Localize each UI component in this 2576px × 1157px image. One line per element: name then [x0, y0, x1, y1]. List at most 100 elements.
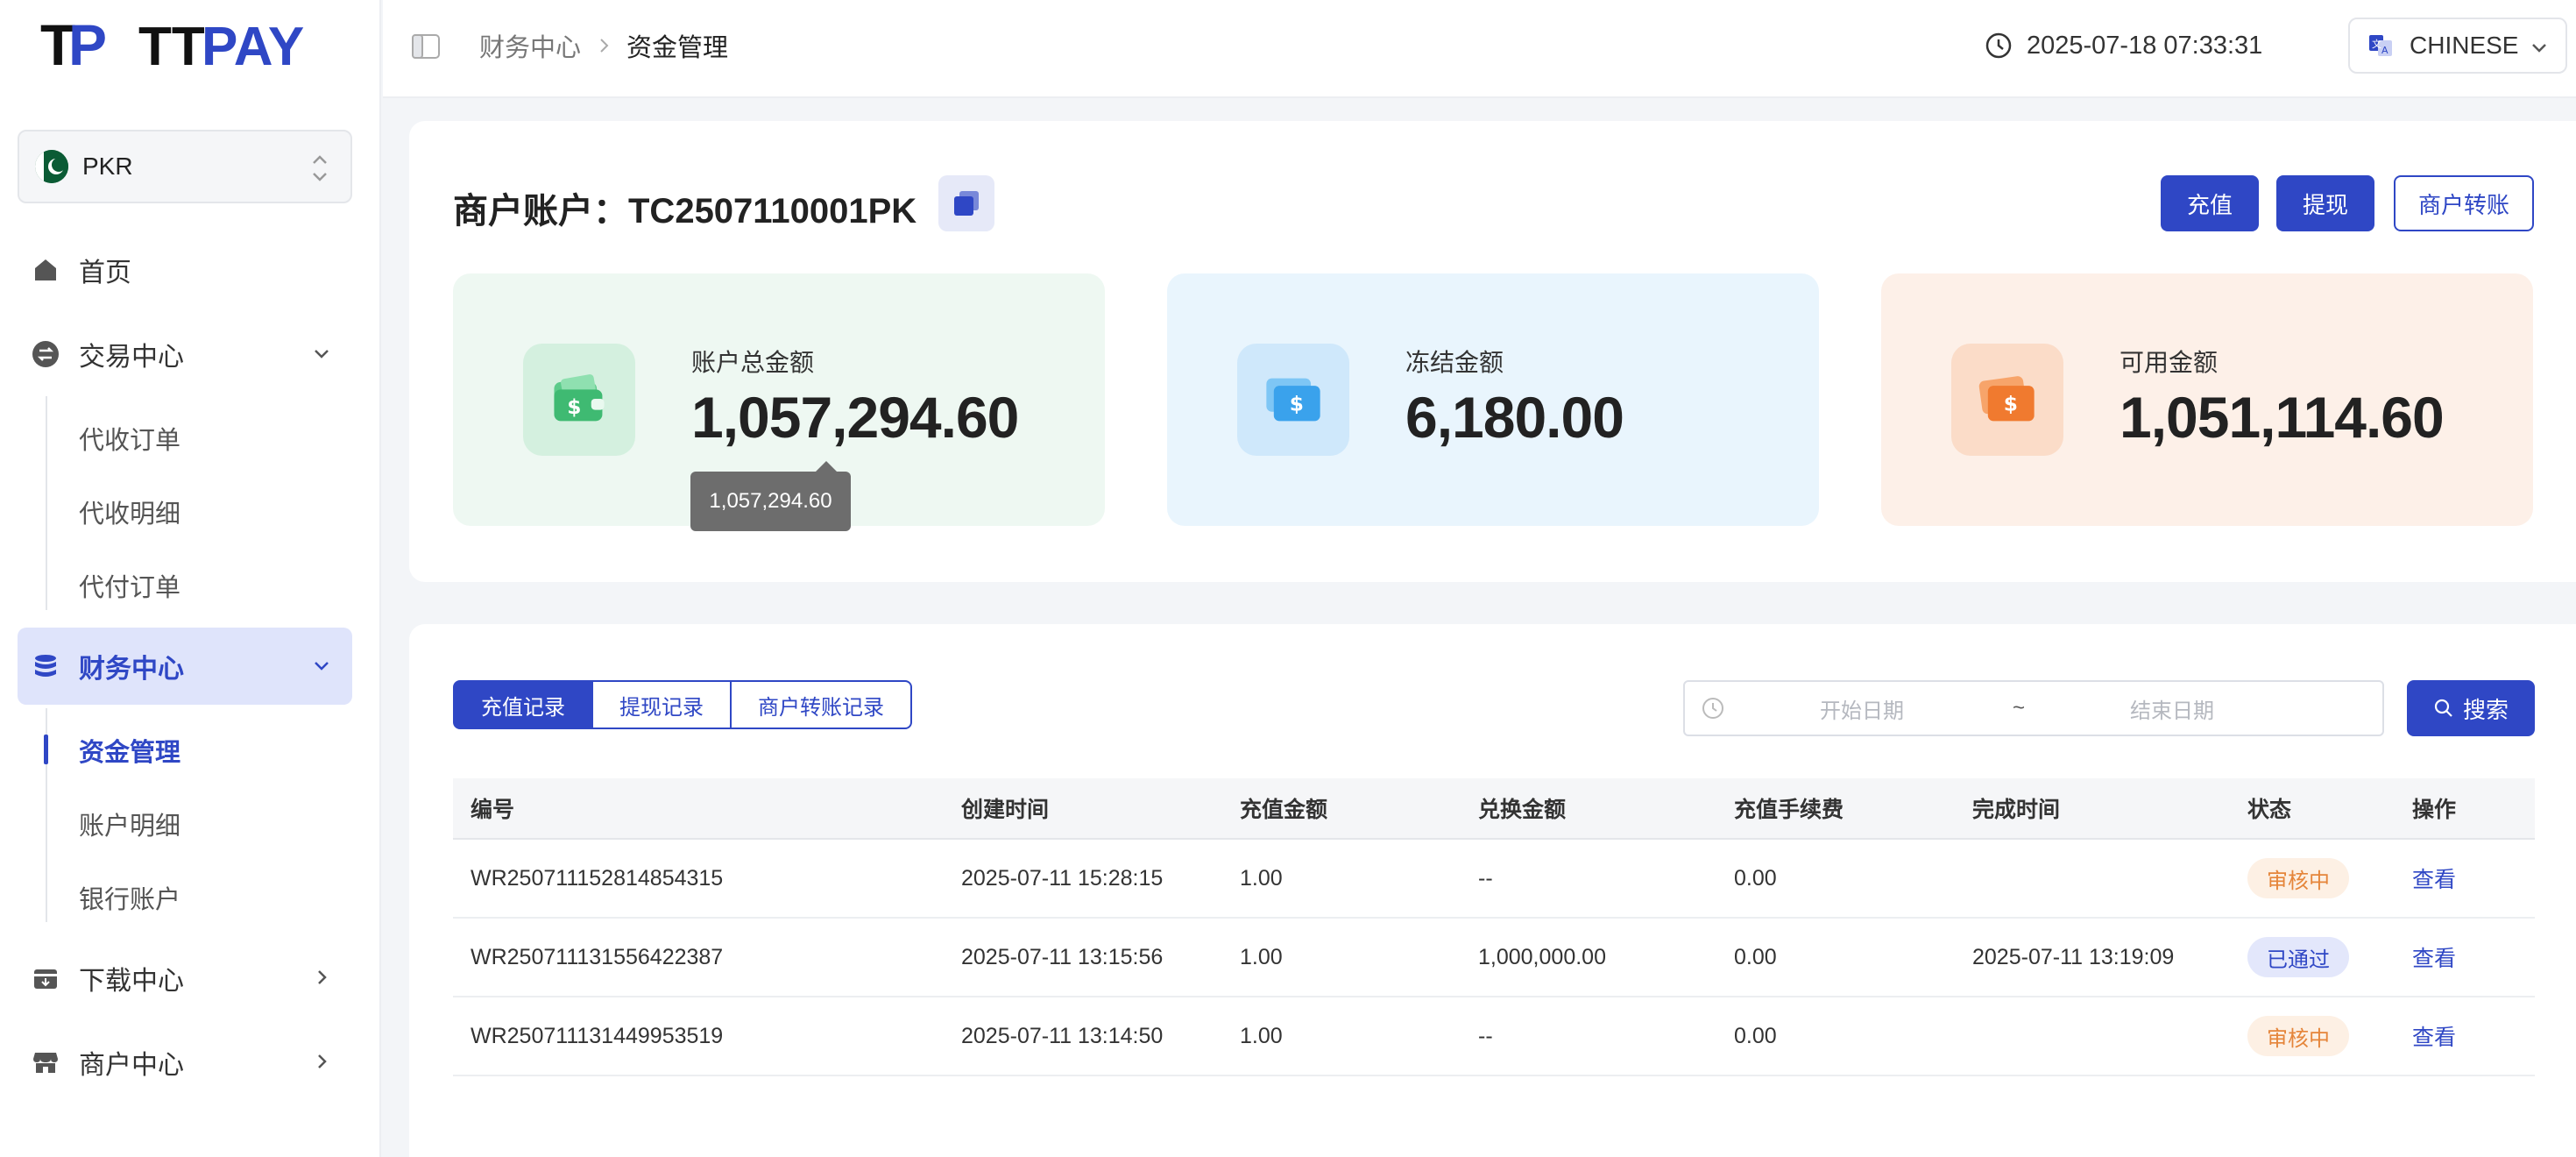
- column-header: 操作: [2412, 798, 2457, 822]
- sidebar-item-label: 下载中心: [79, 967, 184, 996]
- stat-value: 1,057,294.60: [691, 385, 1019, 450]
- sidebar-subitem-account-details[interactable]: 账户明细: [79, 798, 180, 850]
- column-header: 编号: [471, 798, 515, 822]
- sidebar-item-home[interactable]: 首页: [18, 231, 352, 309]
- cell-completed: 2025-07-11 13:19:09: [1972, 944, 2175, 969]
- status-cell: 已通过: [2247, 919, 2349, 996]
- sidebar-subitem-bank-accounts[interactable]: 银行账户: [79, 871, 180, 924]
- sidebar: T P TT PAY PKR 首页 交易中心 代收订单 代收明细 代付订单 财务…: [0, 0, 381, 1157]
- record-tabs: 充值记录 提现记录 商户转账记录: [453, 680, 912, 729]
- search-label: 搜索: [2462, 696, 2509, 723]
- wallet-icon: $: [523, 344, 635, 456]
- store-icon: [30, 1047, 61, 1078]
- cell-amount: 1.00: [1240, 944, 1283, 969]
- search-icon: [2434, 699, 2452, 717]
- cell-created: 2025-07-11 13:15:56: [961, 944, 1164, 969]
- chevron-right-icon: [318, 970, 327, 984]
- sidebar-item-label: 财务中心: [79, 655, 184, 684]
- cell-fee: 0.00: [1734, 944, 1777, 969]
- money-icon: $: [1237, 344, 1349, 456]
- tab-recharge-records[interactable]: 充值记录: [453, 680, 593, 729]
- recharge-records-table: 编号 创建时间 充值金额 兑换金额 充值手续费 完成时间 状态 操作 WR250…: [453, 778, 2535, 1076]
- chevron-down-icon: [315, 350, 329, 358]
- sidebar-toggle-icon[interactable]: [411, 33, 441, 60]
- stat-card-available: $ 可用金额 1,051,114.60: [1881, 273, 2533, 526]
- chevron-right-icon: [600, 39, 609, 53]
- merchant-transfer-button[interactable]: 商户转账: [2394, 175, 2534, 231]
- svg-text:PAY: PAY: [202, 17, 304, 75]
- start-date-input[interactable]: 开始日期: [1820, 693, 1904, 724]
- tab-transfer-records[interactable]: 商户转账记录: [732, 680, 912, 729]
- breadcrumb: 财务中心 资金管理: [479, 28, 728, 63]
- svg-text:A: A: [2381, 45, 2388, 56]
- view-link[interactable]: 查看: [2412, 997, 2456, 1075]
- tab-withdraw-records[interactable]: 提现记录: [593, 680, 732, 729]
- chevron-down-icon: [2532, 44, 2546, 53]
- language-selector[interactable]: 文A CHINESE: [2348, 18, 2567, 74]
- table-header: 编号 创建时间 充值金额 兑换金额 充值手续费 完成时间 状态 操作: [453, 778, 2535, 840]
- sidebar-item-trade[interactable]: 交易中心: [18, 316, 352, 393]
- account-title: 商户账户：TC2507110001PK: [453, 192, 917, 231]
- column-header: 创建时间: [961, 798, 1050, 822]
- stat-label: 账户总金额: [691, 349, 815, 376]
- up-down-chevron-icon: [313, 155, 327, 181]
- cash-icon: $: [1951, 344, 2063, 456]
- end-date-input[interactable]: 结束日期: [2130, 693, 2214, 724]
- sidebar-subitem-collection-orders[interactable]: 代收订单: [79, 412, 180, 465]
- search-button[interactable]: 搜索: [2407, 680, 2535, 736]
- cell-amount: 1.00: [1240, 865, 1283, 891]
- stat-card-frozen: $ 冻结金额 6,180.00: [1167, 273, 1819, 526]
- sidebar-item-download[interactable]: 下载中心: [18, 940, 352, 1017]
- sidebar-item-merchant[interactable]: 商户中心: [18, 1024, 352, 1101]
- language-label: CHINESE: [2410, 32, 2519, 59]
- column-header: 兑换金额: [1478, 798, 1567, 822]
- currency-code: PKR: [82, 153, 133, 180]
- cell-created: 2025-07-11 15:28:15: [961, 865, 1164, 891]
- cell-exchange: --: [1478, 1023, 1493, 1048]
- view-link[interactable]: 查看: [2412, 840, 2456, 917]
- currency-selector[interactable]: PKR: [18, 130, 352, 203]
- svg-text:P: P: [68, 14, 107, 75]
- cell-id: WR250711152814854315: [471, 865, 724, 891]
- sidebar-item-finance[interactable]: 财务中心: [18, 628, 352, 705]
- cell-exchange: --: [1478, 865, 1493, 891]
- sidebar-subitem-collection-details[interactable]: 代收明细: [79, 486, 180, 538]
- svg-text:$: $: [2004, 393, 2018, 416]
- ttpay-logo[interactable]: T P TT PAY: [40, 12, 329, 77]
- sidebar-item-label: 商户中心: [79, 1051, 184, 1080]
- datetime-text: 2025-07-18 07:33:31: [2027, 31, 2263, 60]
- table-row: WR250711131556422387 2025-07-11 13:15:56…: [453, 919, 2535, 997]
- status-cell: 审核中: [2247, 997, 2349, 1075]
- download-icon: [30, 962, 61, 994]
- column-header: 状态: [2247, 798, 2292, 822]
- clock-icon: [1985, 32, 2012, 59]
- cell-created: 2025-07-11 13:14:50: [961, 1023, 1164, 1048]
- table-row: WR250711131449953519 2025-07-11 13:14:50…: [453, 997, 2535, 1076]
- cell-id: WR250711131556422387: [471, 944, 724, 969]
- logo-mark: T P TT PAY: [40, 12, 304, 77]
- sidebar-subitem-payout-orders[interactable]: 代付订单: [79, 559, 180, 612]
- translate-icon: 文A: [2369, 35, 2392, 56]
- breadcrumb-parent[interactable]: 财务中心: [479, 27, 581, 64]
- stat-value: 1,051,114.60: [2120, 385, 2445, 450]
- stat-label: 冻结金额: [1405, 349, 1504, 376]
- view-link[interactable]: 查看: [2412, 919, 2456, 996]
- cell-exchange: 1,000,000.00: [1478, 944, 1606, 969]
- svg-text:$: $: [1290, 393, 1304, 416]
- withdraw-button[interactable]: 提现: [2276, 175, 2374, 231]
- status-badge: 审核中: [2247, 1016, 2349, 1056]
- recharge-button[interactable]: 充值: [2161, 175, 2259, 231]
- top-header: 财务中心 资金管理 2025-07-18 07:33:31 文A CHINESE: [383, 0, 2576, 98]
- chevron-down-icon: [315, 662, 329, 671]
- date-range-picker[interactable]: 开始日期 ~ 结束日期: [1683, 680, 2384, 736]
- table-row: WR250711152814854315 2025-07-11 15:28:15…: [453, 840, 2535, 919]
- clock-icon: [1702, 698, 1723, 719]
- copy-button[interactable]: [938, 175, 994, 231]
- column-header: 完成时间: [1972, 798, 2061, 822]
- cell-id: WR250711131449953519: [471, 1023, 724, 1048]
- svg-text:TT: TT: [138, 17, 205, 75]
- column-header: 充值手续费: [1734, 798, 1844, 822]
- sidebar-subitem-fund-management[interactable]: 资金管理: [79, 724, 180, 777]
- home-icon: [30, 254, 61, 286]
- svg-text:文: 文: [2372, 38, 2381, 50]
